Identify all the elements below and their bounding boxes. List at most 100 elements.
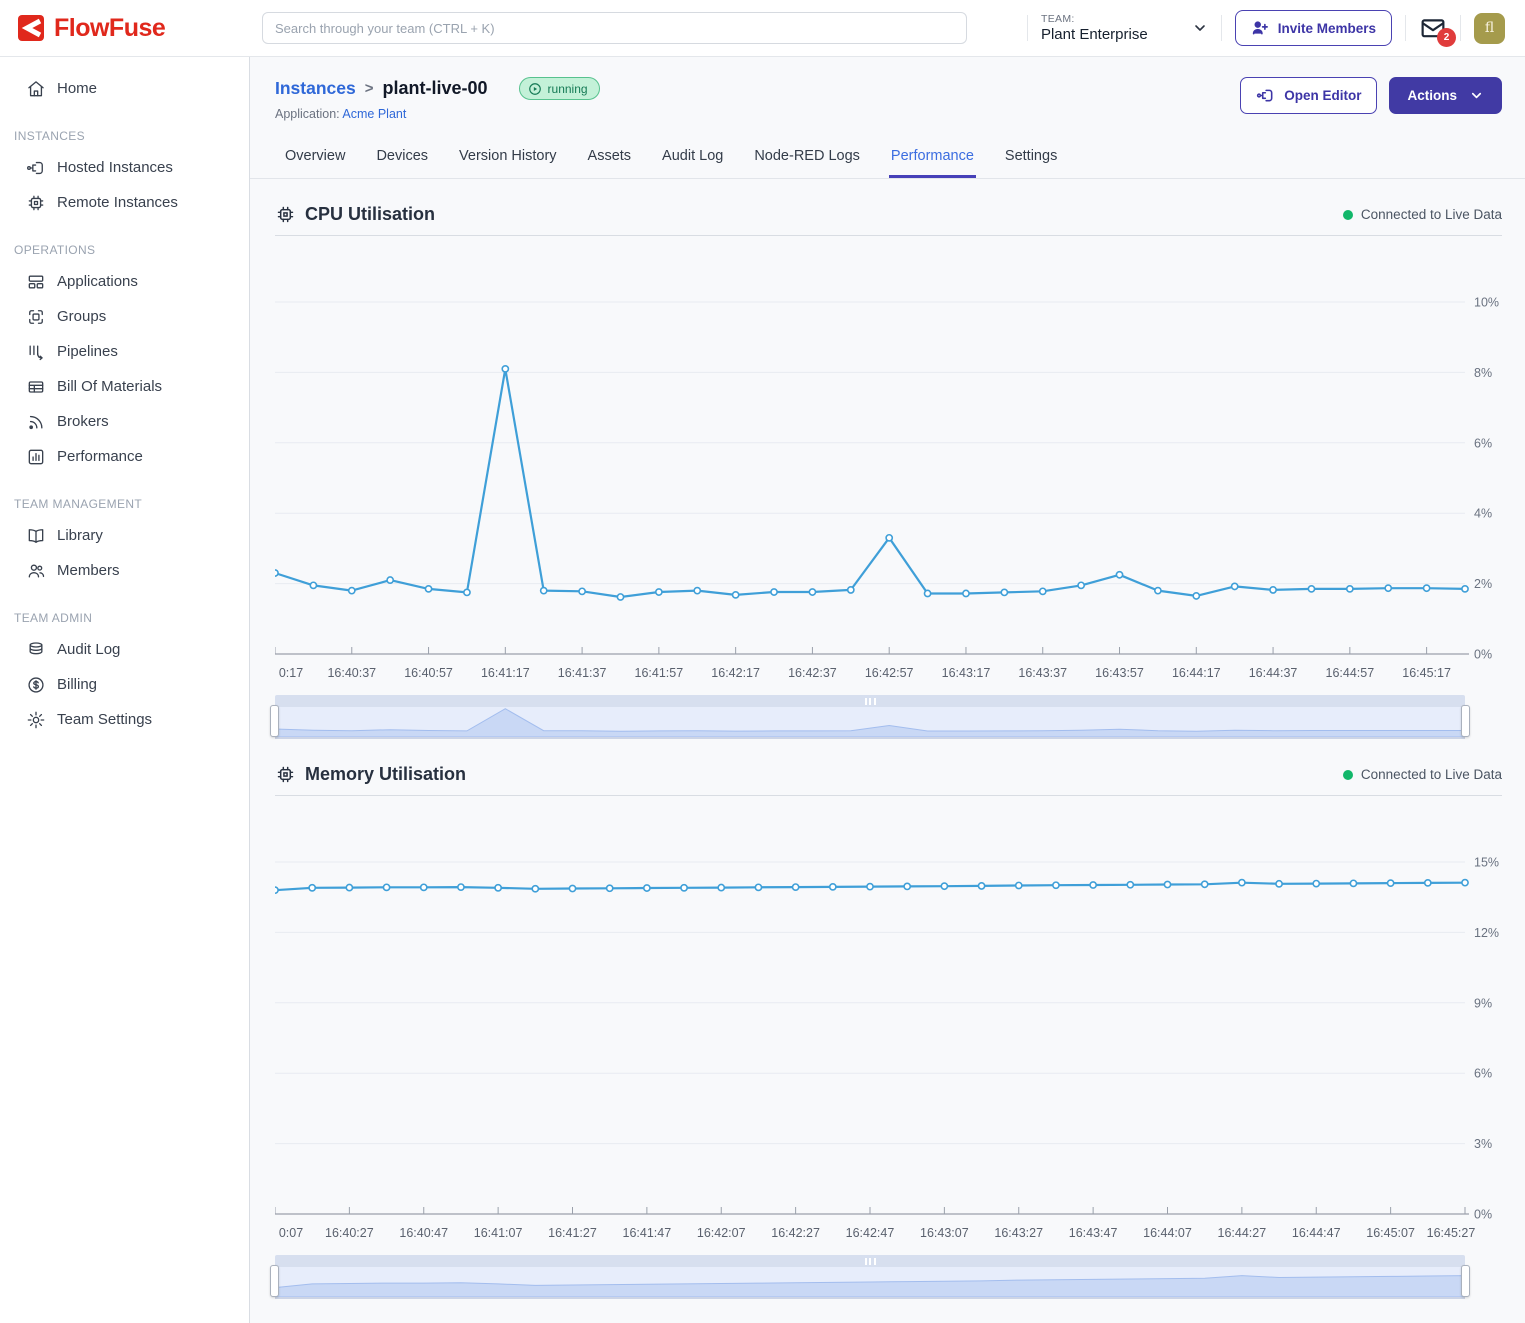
main-content: Instances > plant-live-00 running Applic… <box>250 57 1525 1323</box>
tab-node-red-logs[interactable]: Node-RED Logs <box>752 138 862 178</box>
sidebar-item-applications[interactable]: Applications <box>0 264 249 299</box>
sidebar-item-label: Pipelines <box>57 343 118 360</box>
brush-drag-bar[interactable] <box>275 695 1465 707</box>
sidebar: Home INSTANCES Hosted Instances Remote I… <box>0 57 250 1323</box>
memory-section-title: Memory Utilisation <box>305 764 466 785</box>
tab-overview[interactable]: Overview <box>283 138 347 178</box>
sidebar-item-audit-log[interactable]: Audit Log <box>0 632 249 667</box>
logo-text: FlowFuse <box>54 14 165 43</box>
sidebar-section-team-management: TEAM MANAGEMENT <box>0 491 249 518</box>
invite-members-label: Invite Members <box>1278 21 1376 36</box>
svg-text:0%: 0% <box>1474 1208 1492 1222</box>
search-input[interactable] <box>262 12 967 44</box>
svg-text:16:40:37: 16:40:37 <box>327 666 376 680</box>
brush-area[interactable] <box>275 707 1465 737</box>
open-editor-label: Open Editor <box>1284 88 1361 103</box>
sidebar-item-pipelines[interactable]: Pipelines <box>0 334 249 369</box>
svg-text:16:42:17: 16:42:17 <box>711 666 760 680</box>
tab-assets[interactable]: Assets <box>586 138 634 178</box>
brush-handle-right[interactable] <box>1461 1265 1470 1297</box>
sidebar-item-label: Applications <box>57 273 138 290</box>
live-dot-icon <box>1343 210 1353 220</box>
sidebar-item-performance[interactable]: Performance <box>0 439 249 474</box>
chevron-down-icon <box>1469 88 1484 103</box>
application-link[interactable]: Acme Plant <box>342 107 406 121</box>
svg-text:3%: 3% <box>1474 1137 1492 1151</box>
sidebar-item-billing[interactable]: Billing <box>0 667 249 702</box>
cpu-chart[interactable]: 0%2%4%6%8%10%0:1716:40:3716:40:5716:41:1… <box>275 238 1502 689</box>
sidebar-item-label: Groups <box>57 308 106 325</box>
svg-text:16:42:07: 16:42:07 <box>697 1226 746 1240</box>
notifications-button[interactable]: 2 <box>1419 16 1447 40</box>
tab-audit-log[interactable]: Audit Log <box>660 138 725 178</box>
open-editor-button[interactable]: Open Editor <box>1240 77 1377 114</box>
tab-devices[interactable]: Devices <box>374 138 430 178</box>
svg-text:16:42:47: 16:42:47 <box>846 1226 895 1240</box>
memory-chart[interactable]: 0%3%6%9%12%15%0:0716:40:2716:40:4716:41:… <box>275 798 1502 1249</box>
sidebar-item-label: Library <box>57 527 103 544</box>
sidebar-item-label: Brokers <box>57 413 109 430</box>
sidebar-item-groups[interactable]: Groups <box>0 299 249 334</box>
team-name: Plant Enterprise <box>1041 26 1148 43</box>
user-plus-icon <box>1251 19 1269 37</box>
svg-text:16:44:47: 16:44:47 <box>1292 1226 1341 1240</box>
brush-handle-left[interactable] <box>270 705 279 737</box>
remote-instances-icon <box>26 193 46 213</box>
memory-chart-brush[interactable] <box>275 1255 1465 1299</box>
tab-settings[interactable]: Settings <box>1003 138 1059 178</box>
sidebar-item-remote-instances[interactable]: Remote Instances <box>0 185 249 220</box>
svg-text:16:44:37: 16:44:37 <box>1249 666 1298 680</box>
svg-text:15%: 15% <box>1474 856 1499 870</box>
svg-text:16:43:17: 16:43:17 <box>942 666 991 680</box>
status-badge: running <box>519 77 600 100</box>
sidebar-item-home[interactable]: Home <box>0 71 249 106</box>
user-avatar[interactable]: fl <box>1474 13 1505 44</box>
tab-performance[interactable]: Performance <box>889 138 976 178</box>
svg-text:0%: 0% <box>1474 648 1492 662</box>
svg-text:16:44:27: 16:44:27 <box>1218 1226 1267 1240</box>
brush-handle-right[interactable] <box>1461 705 1470 737</box>
svg-text:16:43:27: 16:43:27 <box>994 1226 1043 1240</box>
sidebar-item-members[interactable]: Members <box>0 553 249 588</box>
svg-text:16:40:47: 16:40:47 <box>399 1226 448 1240</box>
team-selector[interactable]: TEAM: Plant Enterprise <box>1041 13 1208 43</box>
brush-handle-left[interactable] <box>270 1265 279 1297</box>
invite-members-button[interactable]: Invite Members <box>1235 10 1392 46</box>
sidebar-item-brokers[interactable]: Brokers <box>0 404 249 439</box>
status-badge-label: running <box>548 82 588 96</box>
sidebar-item-library[interactable]: Library <box>0 518 249 553</box>
cpu-chart-brush[interactable] <box>275 695 1465 739</box>
sidebar-item-label: Hosted Instances <box>57 159 173 176</box>
pipelines-icon <box>26 342 46 362</box>
flowfuse-logo[interactable]: FlowFuse <box>0 14 250 43</box>
sidebar-item-hosted-instances[interactable]: Hosted Instances <box>0 150 249 185</box>
svg-text:6%: 6% <box>1474 1067 1492 1081</box>
home-icon <box>26 79 46 99</box>
cpu-utilisation-section: CPU Utilisation Connected to Live Data 0… <box>275 189 1502 739</box>
memory-live-status: Connected to Live Data <box>1343 767 1502 782</box>
svg-text:16:41:47: 16:41:47 <box>623 1226 672 1240</box>
svg-text:16:41:17: 16:41:17 <box>481 666 530 680</box>
svg-text:16:44:57: 16:44:57 <box>1326 666 1375 680</box>
library-icon <box>26 526 46 546</box>
brush-drag-bar[interactable] <box>275 1255 1465 1267</box>
application-label: Application: <box>275 107 340 121</box>
hosted-instances-icon <box>26 158 46 178</box>
divider <box>1027 15 1028 41</box>
breadcrumb-instances-link[interactable]: Instances <box>275 78 356 99</box>
svg-text:16:43:57: 16:43:57 <box>1095 666 1144 680</box>
editor-node-icon <box>1256 86 1275 105</box>
groups-icon <box>26 307 46 327</box>
tab-version-history[interactable]: Version History <box>457 138 559 178</box>
breadcrumb: Instances > plant-live-00 running <box>275 77 600 100</box>
live-dot-icon <box>1343 770 1353 780</box>
svg-text:16:45:27: 16:45:27 <box>1427 1226 1476 1240</box>
brush-area[interactable] <box>275 1267 1465 1297</box>
svg-text:16:41:37: 16:41:37 <box>558 666 607 680</box>
svg-text:12%: 12% <box>1474 926 1499 940</box>
svg-text:16:44:17: 16:44:17 <box>1172 666 1221 680</box>
svg-text:16:43:47: 16:43:47 <box>1069 1226 1118 1240</box>
sidebar-item-bill-of-materials[interactable]: Bill Of Materials <box>0 369 249 404</box>
actions-button[interactable]: Actions <box>1389 77 1502 114</box>
sidebar-item-team-settings[interactable]: Team Settings <box>0 702 249 737</box>
